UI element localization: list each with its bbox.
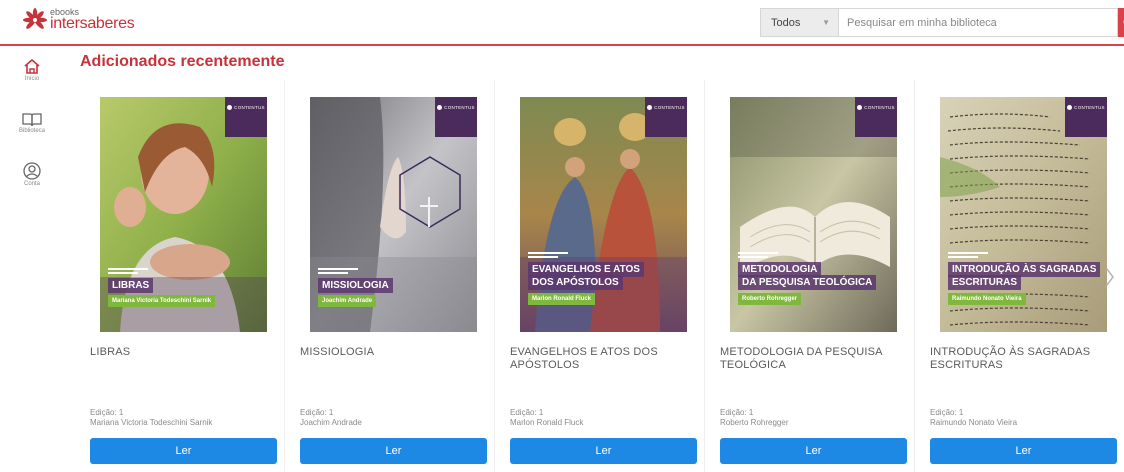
- book-card-libras: CONTENTUS LIBRAS Mariana Victoria Todesc…: [80, 80, 285, 472]
- search-input[interactable]: [838, 8, 1118, 37]
- app-root: ebooks intersaberes Todos ▼ Pesquisar em…: [0, 0, 1124, 472]
- sidebar-item-biblioteca[interactable]: Biblioteca: [0, 112, 64, 134]
- book-author: Joachim Andrade: [300, 418, 362, 427]
- book-card-metodologia: CONTENTUS METODOLOGIA DA PESQUISA TEOLÓG…: [710, 80, 915, 472]
- contentus-badge: CONTENTUS: [225, 97, 267, 137]
- section-title: Adicionados recentemente: [80, 53, 285, 70]
- brand-logo[interactable]: ebooks intersaberes: [22, 8, 135, 32]
- search-button[interactable]: [1118, 8, 1124, 37]
- caret-down-icon: ▼: [822, 18, 830, 27]
- home-icon: [24, 59, 40, 74]
- cover-title-line: MISSIOLOGIA: [318, 278, 393, 293]
- sidebar-item-conta[interactable]: Conta: [0, 162, 64, 187]
- contentus-badge: CONTENTUS: [435, 97, 477, 137]
- contentus-label: CONTENTUS: [1074, 105, 1105, 110]
- cover-decoration: [318, 268, 358, 276]
- cover-author: Marlon Ronald Fluck: [528, 293, 596, 305]
- contentus-label: CONTENTUS: [444, 105, 475, 110]
- sidebar-label-conta: Conta: [23, 181, 40, 187]
- cover-decoration: [738, 252, 778, 260]
- read-button[interactable]: Ler: [300, 438, 487, 464]
- contentus-logo-icon: [647, 105, 653, 110]
- search-filter-value: Todos: [771, 16, 801, 29]
- contentus-logo-icon: [857, 105, 863, 110]
- cover-title-line: DOS APÓSTOLOS: [528, 275, 623, 290]
- read-button[interactable]: Ler: [510, 438, 697, 464]
- book-edition: Edição: 1: [930, 408, 964, 417]
- book-shelf: CONTENTUS LIBRAS Mariana Victoria Todesc…: [80, 80, 1117, 472]
- book-title: INTRODUÇÃO ÀS SAGRADAS ESCRITURAS: [930, 346, 1091, 371]
- leaf-icon: [23, 8, 47, 29]
- read-button[interactable]: Ler: [720, 438, 907, 464]
- book-cover[interactable]: CONTENTUS EVANGELHOS E ATOS DOS APÓSTOLO…: [520, 97, 687, 332]
- book-cover[interactable]: CONTENTUS METODOLOGIA DA PESQUISA TEOLÓG…: [730, 97, 897, 332]
- cover-title-line: LIBRAS: [108, 278, 154, 293]
- contentus-label: CONTENTUS: [864, 105, 895, 110]
- cover-decoration: [948, 252, 988, 260]
- read-button[interactable]: Ler: [90, 438, 277, 464]
- contentus-logo-icon: [227, 105, 233, 110]
- book-icon: [22, 113, 42, 127]
- contentus-logo-icon: [437, 105, 443, 110]
- sidebar-item-inicio[interactable]: Início: [0, 58, 64, 82]
- book-edition: Edição: 1: [300, 408, 334, 417]
- contentus-label: CONTENTUS: [234, 105, 265, 110]
- book-card-evangelhos: CONTENTUS EVANGELHOS E ATOS DOS APÓSTOLO…: [500, 80, 705, 472]
- book-cover[interactable]: CONTENTUS INTRODUÇÃO ÀS SAGRADAS ESCRITU…: [940, 97, 1107, 332]
- carousel-next-button[interactable]: [1100, 262, 1120, 292]
- search-filter-select[interactable]: Todos ▼: [760, 8, 838, 37]
- book-card-missiologia: CONTENTUS MISSIOLOGIA Joachim Andrade MI…: [290, 80, 495, 472]
- book-edition: Edição: 1: [90, 408, 124, 417]
- read-button[interactable]: Ler: [930, 438, 1117, 464]
- cover-title-line: ESCRITURAS: [948, 275, 1022, 290]
- book-cover[interactable]: CONTENTUS MISSIOLOGIA Joachim Andrade: [310, 97, 477, 332]
- cover-author: Mariana Victoria Todeschini Sarnik: [108, 295, 216, 307]
- cover-decoration: [108, 268, 148, 276]
- book-card-introducao: CONTENTUS INTRODUÇÃO ÀS SAGRADAS ESCRITU…: [920, 80, 1124, 472]
- book-title: METODOLOGIA DA PESQUISA TEOLÓGICA: [720, 346, 883, 371]
- book-title: MISSIOLOGIA: [300, 346, 375, 358]
- cover-author: Raimundo Nonato Vieira: [948, 293, 1026, 305]
- contentus-badge: CONTENTUS: [855, 97, 897, 137]
- book-author: Raimundo Nonato Vieira: [930, 418, 1018, 427]
- book-author: Roberto Rohregger: [720, 418, 789, 427]
- brand-name: intersaberes: [50, 15, 135, 32]
- sidebar: Início Biblioteca Conta: [0, 48, 64, 472]
- book-edition: Edição: 1: [720, 408, 754, 417]
- book-author: Mariana Victoria Todeschini Sarnik: [90, 418, 213, 427]
- cover-decoration: [528, 252, 568, 260]
- book-title: EVANGELHOS E ATOS DOS APÓSTOLOS: [510, 346, 658, 371]
- contentus-label: CONTENTUS: [654, 105, 685, 110]
- cover-title-line: DA PESQUISA TEOLÓGICA: [738, 275, 877, 290]
- cover-author: Roberto Rohregger: [738, 293, 802, 305]
- book-author: Marlon Ronald Fluck: [510, 418, 584, 427]
- sidebar-label-biblioteca: Biblioteca: [18, 128, 45, 134]
- contentus-badge: CONTENTUS: [645, 97, 687, 137]
- sidebar-label-inicio: Início: [24, 76, 40, 82]
- book-cover[interactable]: CONTENTUS LIBRAS Mariana Victoria Todesc…: [100, 97, 267, 332]
- chevron-right-icon: [1106, 268, 1114, 286]
- book-edition: Edição: 1: [510, 408, 544, 417]
- cover-author: Joachim Andrade: [318, 295, 377, 307]
- contentus-logo-icon: [1067, 105, 1073, 110]
- book-title: LIBRAS: [90, 346, 131, 358]
- top-header: ebooks intersaberes Todos ▼: [0, 0, 1124, 46]
- contentus-badge: CONTENTUS: [1065, 97, 1107, 137]
- user-icon: [23, 162, 41, 180]
- search-bar: Todos ▼: [760, 8, 1124, 37]
